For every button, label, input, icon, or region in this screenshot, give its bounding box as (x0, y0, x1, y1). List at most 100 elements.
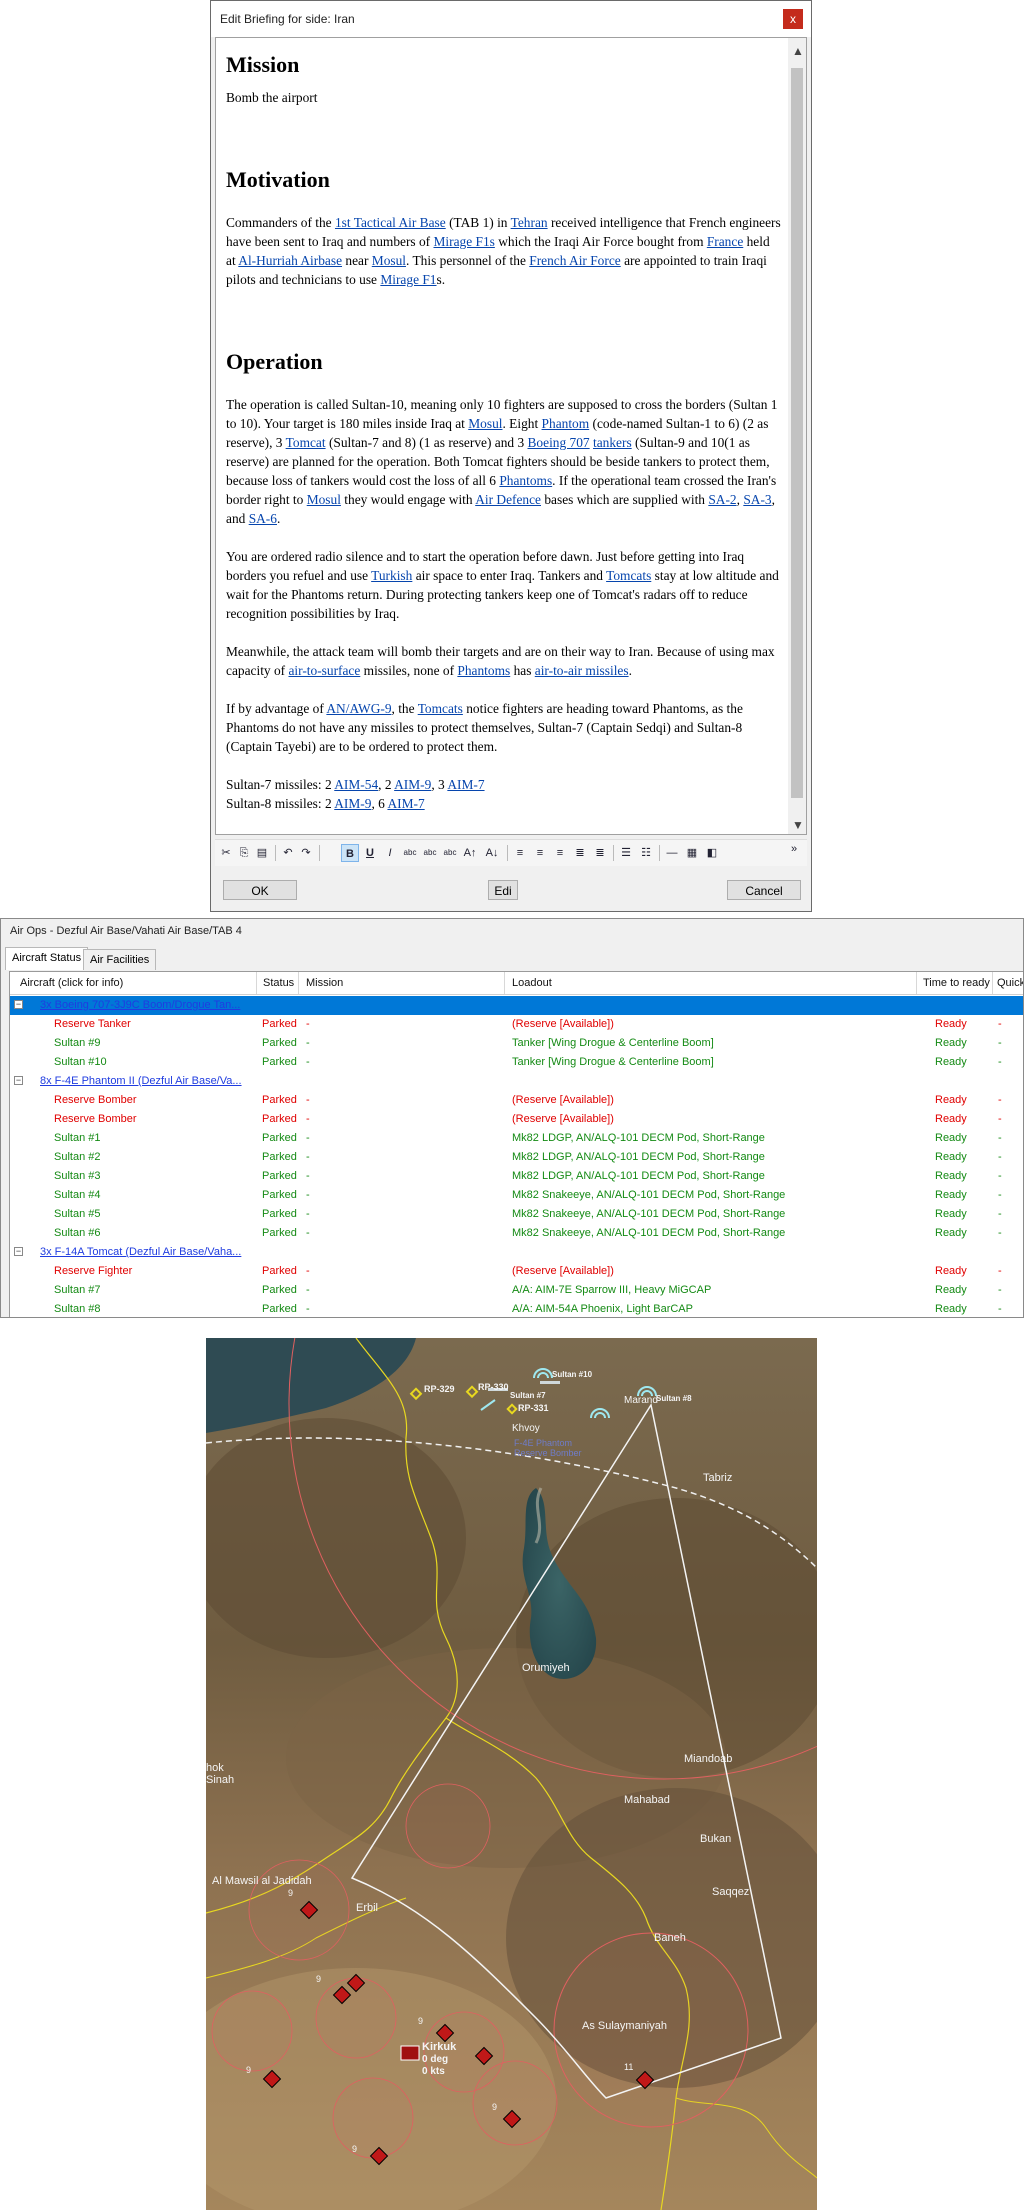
link-mosul[interactable]: Mosul (307, 492, 341, 507)
link-french-air-force[interactable]: French Air Force (529, 253, 620, 268)
collapse-toggle-icon[interactable]: − (14, 1000, 23, 1009)
link-air-to-air[interactable]: air-to-air missiles (535, 663, 629, 678)
link-phantom[interactable]: Phantom (542, 416, 590, 431)
underline-button[interactable]: U (361, 844, 379, 862)
map-canvas[interactable] (206, 1338, 817, 2210)
col-quick[interactable]: Quick (997, 977, 1023, 989)
table-row[interactable]: Reserve Bomber Parked - (Reserve [Available… (10, 1091, 1023, 1110)
link-turkish[interactable]: Turkish (371, 568, 412, 583)
image-icon[interactable]: ◧ (703, 844, 721, 862)
table-row[interactable]: Sultan #8 Parked - A/A: AIM-54A Phoenix, Li… (10, 1300, 1023, 1317)
tab-aircraft-status[interactable]: Aircraft Status (5, 947, 89, 970)
link-aim7[interactable]: AIM-7 (387, 796, 424, 811)
grow-font-icon[interactable]: A↑ (461, 844, 479, 862)
ok-button[interactable]: OK (223, 880, 297, 900)
link-mirage-f1[interactable]: Mirage F1 (380, 272, 436, 287)
briefing-editor[interactable]: Mission Bomb the airport Motivation Comm… (215, 37, 807, 835)
table-row[interactable]: Sultan #3 Parked - Mk82 LDGP, AN/ALQ-101 DE… (10, 1167, 1023, 1186)
indent-icon[interactable]: ≣ (571, 844, 589, 862)
link-france[interactable]: France (707, 234, 743, 249)
table-row[interactable]: Sultan #9 Parked - Tanker [Wing Drogue & Ce… (10, 1034, 1023, 1053)
horizontal-rule-icon[interactable]: — (663, 844, 681, 862)
link-tankers[interactable]: tankers (593, 435, 632, 450)
link-boeing-707[interactable]: Boeing 707 (528, 435, 590, 450)
table-row[interactable]: Sultan #4 Parked - Mk82 Snakeeye, AN/ALQ-10… (10, 1186, 1023, 1205)
align-center-icon[interactable]: ≡ (531, 844, 549, 862)
col-loadout[interactable]: Loadout (512, 977, 552, 989)
strikethrough-icon[interactable]: abc (401, 844, 419, 862)
collapse-toggle-icon[interactable]: − (14, 1247, 23, 1256)
table-group-row[interactable]: − 3x F-14A Tomcat (Dezful Air Base/Vaha..… (10, 1243, 1023, 1262)
scroll-up-icon[interactable]: ▲ (792, 44, 804, 58)
group-name-link[interactable]: 3x Boeing 707-3J9C Boom/Drogue Tan... (40, 999, 240, 1011)
link-tehran[interactable]: Tehran (511, 215, 548, 230)
toolbar-overflow-icon[interactable]: » (785, 840, 803, 858)
group-name-link[interactable]: 3x F-14A Tomcat (Dezful Air Base/Vaha... (40, 1246, 241, 1258)
link-phantoms[interactable]: Phantoms (457, 663, 510, 678)
superscript-icon[interactable]: abc (421, 844, 439, 862)
cell-ready: Ready (935, 1018, 967, 1030)
link-sa6[interactable]: SA-6 (249, 511, 277, 526)
table-group-row[interactable]: − 3x Boeing 707-3J9C Boom/Drogue Tan... (10, 996, 1023, 1015)
table-row[interactable]: Sultan #1 Parked - Mk82 LDGP, AN/ALQ-101 DE… (10, 1129, 1023, 1148)
paste-icon[interactable]: ▤ (253, 844, 271, 862)
link-phantoms[interactable]: Phantoms (499, 473, 552, 488)
italic-button[interactable]: I (381, 844, 399, 862)
close-icon[interactable]: x (783, 9, 803, 29)
link-aim54[interactable]: AIM-54 (334, 777, 378, 792)
scroll-thumb[interactable] (791, 68, 803, 798)
link-awg9[interactable]: AN/AWG-9 (326, 701, 391, 716)
col-time-to-ready[interactable]: Time to ready (923, 977, 990, 989)
cell-quick: - (998, 1227, 1002, 1239)
collapse-toggle-icon[interactable]: − (14, 1076, 23, 1085)
cancel-button[interactable]: Cancel (727, 880, 801, 900)
cell-loadout: Tanker [Wing Drogue & Centerline Boom] (512, 1056, 714, 1068)
col-mission[interactable]: Mission (306, 977, 343, 989)
link-air-to-surface[interactable]: air-to-surface (288, 663, 360, 678)
cut-icon[interactable]: ✂ (217, 844, 235, 862)
link-al-hurriah[interactable]: Al-Hurriah Airbase (238, 253, 342, 268)
table-row[interactable]: Sultan #7 Parked - A/A: AIM-7E Sparrow III,… (10, 1281, 1023, 1300)
table-row[interactable]: Reserve Bomber Parked - (Reserve [Available… (10, 1110, 1023, 1129)
table-row[interactable]: Sultan #2 Parked - Mk82 LDGP, AN/ALQ-101 DE… (10, 1148, 1023, 1167)
link-mirage-f1s[interactable]: Mirage F1s (433, 234, 494, 249)
align-right-icon[interactable]: ≡ (551, 844, 569, 862)
table-group-row[interactable]: − 8x F-4E Phantom II (Dezful Air Base/Va.… (10, 1072, 1023, 1091)
table-row[interactable]: Sultan #5 Parked - Mk82 Snakeeye, AN/ALQ-10… (10, 1205, 1023, 1224)
copy-icon[interactable]: ⎘ (235, 844, 253, 862)
link-tomcats[interactable]: Tomcats (606, 568, 651, 583)
tab-air-facilities[interactable]: Air Facilities (83, 949, 157, 970)
bold-button[interactable]: B (341, 844, 359, 862)
undo-icon[interactable]: ↶ (279, 844, 297, 862)
link-aim9[interactable]: AIM-9 (394, 777, 431, 792)
subscript-icon[interactable]: abc (441, 844, 459, 862)
link-aim9[interactable]: AIM-9 (334, 796, 371, 811)
align-left-icon[interactable]: ≡ (511, 844, 529, 862)
link-sa3[interactable]: SA-3 (743, 492, 771, 507)
link-mosul[interactable]: Mosul (468, 416, 502, 431)
table-row[interactable]: Sultan #10 Parked - Tanker [Wing Drogue & C… (10, 1053, 1023, 1072)
redo-icon[interactable]: ↷ (297, 844, 315, 862)
shrink-font-icon[interactable]: A↓ (483, 844, 501, 862)
edit-button[interactable]: Edi (488, 880, 518, 900)
table-icon[interactable]: ▦ (683, 844, 701, 862)
col-status[interactable]: Status (263, 977, 294, 989)
col-aircraft[interactable]: Aircraft (click for info) (20, 977, 123, 989)
link-mosul[interactable]: Mosul (372, 253, 406, 268)
tactical-map[interactable]: RP-329 RP-330 RP-331 Sultan #7 Sultan #1… (206, 1338, 817, 2210)
bullet-list-icon[interactable]: ☰ (617, 844, 635, 862)
link-aim7[interactable]: AIM-7 (447, 777, 484, 792)
link-sa2[interactable]: SA-2 (708, 492, 736, 507)
link-tab1[interactable]: 1st Tactical Air Base (335, 215, 446, 230)
table-row[interactable]: Sultan #6 Parked - Mk82 Snakeeye, AN/ALQ-10… (10, 1224, 1023, 1243)
link-tomcats[interactable]: Tomcats (418, 701, 463, 716)
group-name-link[interactable]: 8x F-4E Phantom II (Dezful Air Base/Va..… (40, 1075, 242, 1087)
numbered-list-icon[interactable]: ☷ (637, 844, 655, 862)
scroll-down-icon[interactable]: ▼ (792, 818, 804, 832)
editor-scrollbar[interactable]: ▲ ▼ (788, 38, 806, 834)
outdent-icon[interactable]: ≣ (591, 844, 609, 862)
table-row[interactable]: Reserve Fighter Parked - (Reserve [Availabl… (10, 1262, 1023, 1281)
table-row[interactable]: Reserve Tanker Parked - (Reserve [Available… (10, 1015, 1023, 1034)
link-tomcat[interactable]: Tomcat (286, 435, 326, 450)
link-air-defence[interactable]: Air Defence (475, 492, 541, 507)
